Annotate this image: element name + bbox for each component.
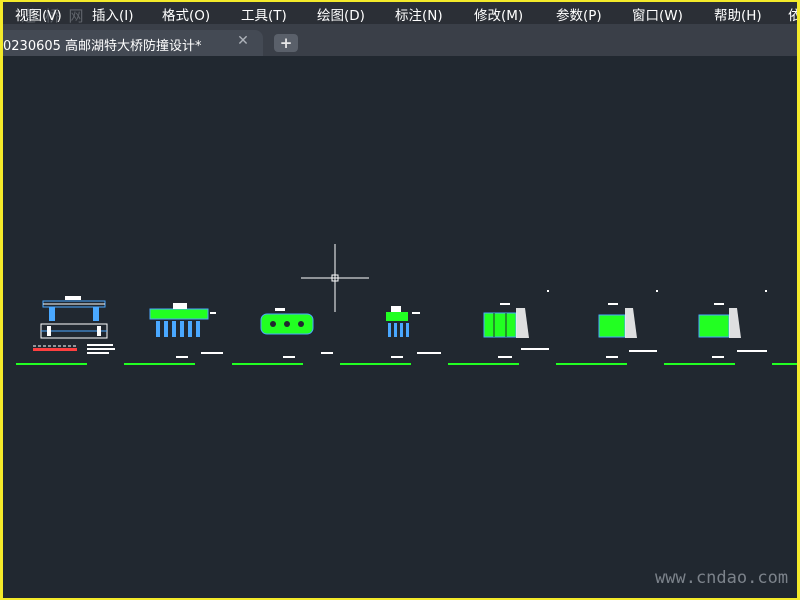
close-icon[interactable]: ✕ [235, 33, 251, 49]
file-tab-bar: 0230605 高邮湖特大桥防撞设计* ✕ + [3, 24, 797, 56]
drawing-4[interactable] [386, 306, 441, 358]
add-tab-button[interactable]: + [274, 34, 298, 52]
menu-view[interactable]: 视图(V) [15, 4, 62, 24]
menu-modify[interactable]: 修改(M) [474, 4, 523, 24]
drawing-5[interactable] [483, 290, 549, 358]
drawing-svg [16, 244, 797, 365]
menu-dimension[interactable]: 标注(N) [395, 4, 443, 24]
drawing-2[interactable] [149, 303, 223, 358]
menu-window[interactable]: 窗口(W) [632, 4, 683, 24]
drawing-1[interactable] [33, 296, 115, 354]
drawing-6[interactable] [598, 290, 658, 358]
menu-parameters[interactable]: 参数(P) [556, 4, 602, 24]
menu-bar: 道 桥 网 视图(V) 插入(I) 格式(O) 工具(T) 绘图(D) 标注(N… [3, 2, 797, 25]
file-tab-label: 0230605 高邮湖特大桥防撞设计* [3, 39, 202, 54]
menu-format[interactable]: 格式(O) [162, 4, 210, 24]
file-tab-active[interactable]: 0230605 高邮湖特大桥防撞设计* ✕ [3, 30, 263, 56]
menu-draw[interactable]: 绘图(D) [317, 4, 365, 24]
watermark-bottom: www.cndao.com [655, 568, 789, 588]
menu-overflow[interactable]: 依 [788, 4, 797, 24]
menu-insert[interactable]: 插入(I) [92, 4, 134, 24]
crosshair-cursor-icon [301, 244, 369, 312]
drawing-canvas[interactable] [3, 56, 797, 598]
drawing-3[interactable] [260, 308, 333, 358]
drawing-7[interactable] [698, 290, 767, 358]
menu-tools[interactable]: 工具(T) [241, 4, 287, 24]
cad-application-window: 道 桥 网 视图(V) 插入(I) 格式(O) 工具(T) 绘图(D) 标注(N… [3, 2, 797, 598]
menu-help[interactable]: 帮助(H) [714, 4, 762, 24]
